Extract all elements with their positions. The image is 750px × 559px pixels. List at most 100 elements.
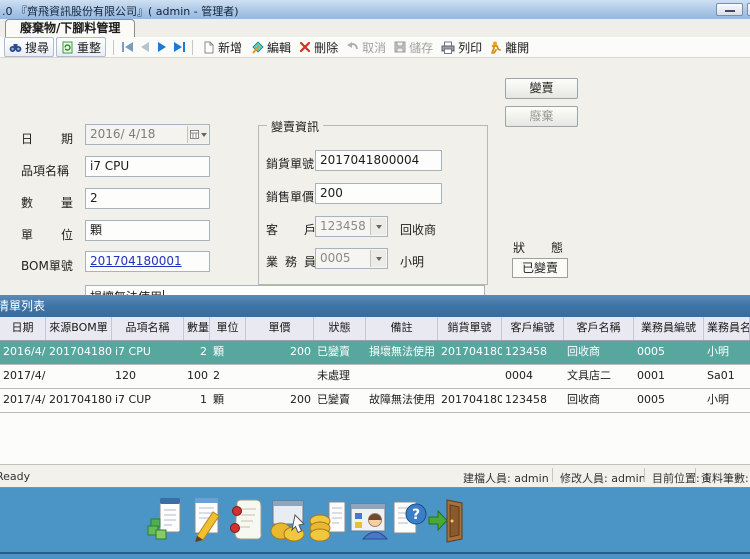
sales-order-label: 銷貨單號 [266, 155, 314, 172]
bom-number-label: BOM單號 [21, 257, 73, 274]
quantity-field[interactable]: 2 [85, 188, 210, 209]
toolbar-separator [192, 40, 193, 55]
dropdown-arrow-icon [370, 250, 386, 267]
discard-button[interactable]: 廢棄 [505, 106, 578, 127]
column-header[interactable]: 單價 [246, 317, 314, 340]
minimize-button[interactable] [716, 3, 743, 16]
last-record-icon [172, 41, 186, 53]
column-header[interactable]: 品項名稱 [112, 317, 184, 340]
quantity-label: 數量 [21, 194, 73, 211]
column-header[interactable]: 業務員名稱 [704, 317, 750, 340]
table-row[interactable]: 2016/4/18 201704180001 i7 CPU 2 顆 200 已變… [0, 341, 750, 365]
list-section-header: 清單列表 [0, 295, 750, 317]
bom-number-link[interactable]: 201704180001 [90, 254, 182, 268]
printer-icon [441, 41, 455, 54]
bottom-dock: ? [0, 488, 750, 559]
column-header[interactable]: 數量 [184, 317, 210, 340]
date-label: 日期 [21, 130, 73, 147]
app-window: .0 『齊飛資訊股份有限公司』( admin - 管理者) 廢棄物/下腳料管理 … [0, 0, 750, 559]
edit-note-icon[interactable] [186, 497, 226, 543]
ready-text: Ready [0, 470, 30, 483]
column-header[interactable]: 客戶名稱 [564, 317, 634, 340]
created-by-text: 建檔人員: admin [463, 470, 549, 486]
customer-dropdown[interactable]: 123458 [315, 216, 388, 237]
status-bar: Ready 建檔人員: admin 修改人員: admin 目前位置: 1 資料… [0, 464, 750, 488]
titlebar: .0 『齊飛資訊股份有限公司』( admin - 管理者) [0, 0, 750, 20]
date-field[interactable]: 2016/ 4/18 [85, 124, 210, 145]
column-header[interactable]: 銷貨單號 [438, 317, 502, 340]
column-header[interactable]: 業務員編號 [634, 317, 704, 340]
unit-label: 單位 [21, 226, 73, 243]
delete-button[interactable]: 刪除 [295, 38, 342, 56]
search-button[interactable]: 搜尋 [4, 37, 54, 57]
tab-waste-management[interactable]: 廢棄物/下腳料管理 [5, 19, 135, 37]
calendar-icon [190, 130, 199, 139]
unit-price-label: 銷售單價 [266, 188, 314, 205]
date-picker-button[interactable] [187, 126, 208, 143]
column-header[interactable]: 來源BOM單 [46, 317, 112, 340]
print-button[interactable]: 列印 [437, 38, 486, 56]
user-management-icon[interactable] [348, 497, 388, 543]
tab-strip: 廢棄物/下腳料管理 [0, 19, 750, 38]
list-title: 清單列表 [0, 295, 45, 317]
refresh-button[interactable]: 重整 [56, 37, 106, 57]
column-header[interactable]: 日期 [0, 317, 46, 340]
table-row[interactable]: 2017/4/13 120 100 2 未處理 0004 文具店二 0001 S… [0, 365, 750, 389]
window-title: .0 『齊飛資訊股份有限公司』( admin - 管理者) [2, 3, 239, 19]
status-label: 狀態 [513, 239, 563, 256]
bom-script-icon[interactable] [227, 497, 267, 543]
statusbar-separator [644, 468, 645, 482]
bom-number-field: 201704180001 [85, 251, 210, 272]
unit-price-field[interactable]: 200 [315, 183, 442, 204]
salesman-name-text: 小明 [400, 253, 424, 270]
salesman-dropdown[interactable]: 0005 [315, 248, 388, 269]
inventory-icon[interactable] [145, 497, 185, 543]
pricing-coins-icon[interactable] [308, 497, 348, 543]
refresh-icon [61, 41, 74, 54]
exit-button[interactable]: 離開 [486, 38, 533, 56]
column-header[interactable]: 備註 [366, 317, 438, 340]
exit-door-icon[interactable] [426, 497, 466, 543]
salesman-label: 業務員 [266, 253, 316, 270]
sell-button[interactable]: 變賣 [505, 78, 578, 99]
table-header-row: 日期 來源BOM單 品項名稱 數量 單位 單價 狀態 備註 銷貨單號 客戶編號 … [0, 317, 750, 341]
nav-first-button[interactable] [119, 39, 136, 56]
statusbar-separator [552, 468, 553, 482]
status-badge: 已變賣 [522, 261, 558, 275]
new-document-icon [202, 41, 215, 54]
item-name-label: 品項名稱 [21, 162, 69, 179]
previous-record-icon [139, 41, 151, 53]
undo-arrow-icon [346, 41, 359, 53]
modified-by-text: 修改人員: admin [560, 470, 646, 486]
sales-coins-icon[interactable] [268, 497, 308, 543]
next-record-icon [156, 41, 168, 53]
nav-last-button[interactable] [170, 39, 187, 56]
column-header[interactable]: 單位 [210, 317, 246, 340]
sales-order-field[interactable]: 2017041800004 [315, 150, 442, 171]
new-button[interactable]: 新增 [198, 38, 246, 56]
column-header[interactable]: 客戶編號 [502, 317, 564, 340]
chevron-down-icon [201, 133, 207, 137]
help-icon[interactable]: ? [388, 497, 428, 543]
cancel-button[interactable]: 取消 [342, 38, 390, 56]
nav-next-button[interactable] [153, 39, 170, 56]
customer-label: 客戶 [266, 221, 316, 238]
binoculars-icon [9, 41, 22, 54]
item-name-field[interactable]: i7 CPU [85, 156, 210, 177]
save-button[interactable]: 儲存 [390, 38, 437, 56]
save-floppy-icon [394, 41, 406, 53]
table-row[interactable]: 2017/4/18 201704180001 i7 CUP 1 顆 200 已變… [0, 389, 750, 413]
dropdown-arrow-icon [370, 218, 386, 235]
statusbar-separator [695, 468, 696, 482]
unit-field[interactable]: 顆 [85, 220, 210, 241]
record-count-text: 資料筆數: [701, 470, 749, 486]
status-value-box: 已變賣 [512, 258, 568, 278]
edit-button[interactable]: 編輯 [246, 38, 295, 56]
records-table: 日期 來源BOM單 品項名稱 數量 單位 單價 狀態 備註 銷貨單號 客戶編號 … [0, 317, 750, 464]
nav-prev-button[interactable] [136, 39, 153, 56]
column-header[interactable]: 狀態 [314, 317, 366, 340]
exit-person-icon [490, 41, 502, 54]
first-record-icon [121, 41, 135, 53]
minimize-icon [725, 10, 735, 12]
customer-name-text: 回收商 [400, 221, 436, 238]
